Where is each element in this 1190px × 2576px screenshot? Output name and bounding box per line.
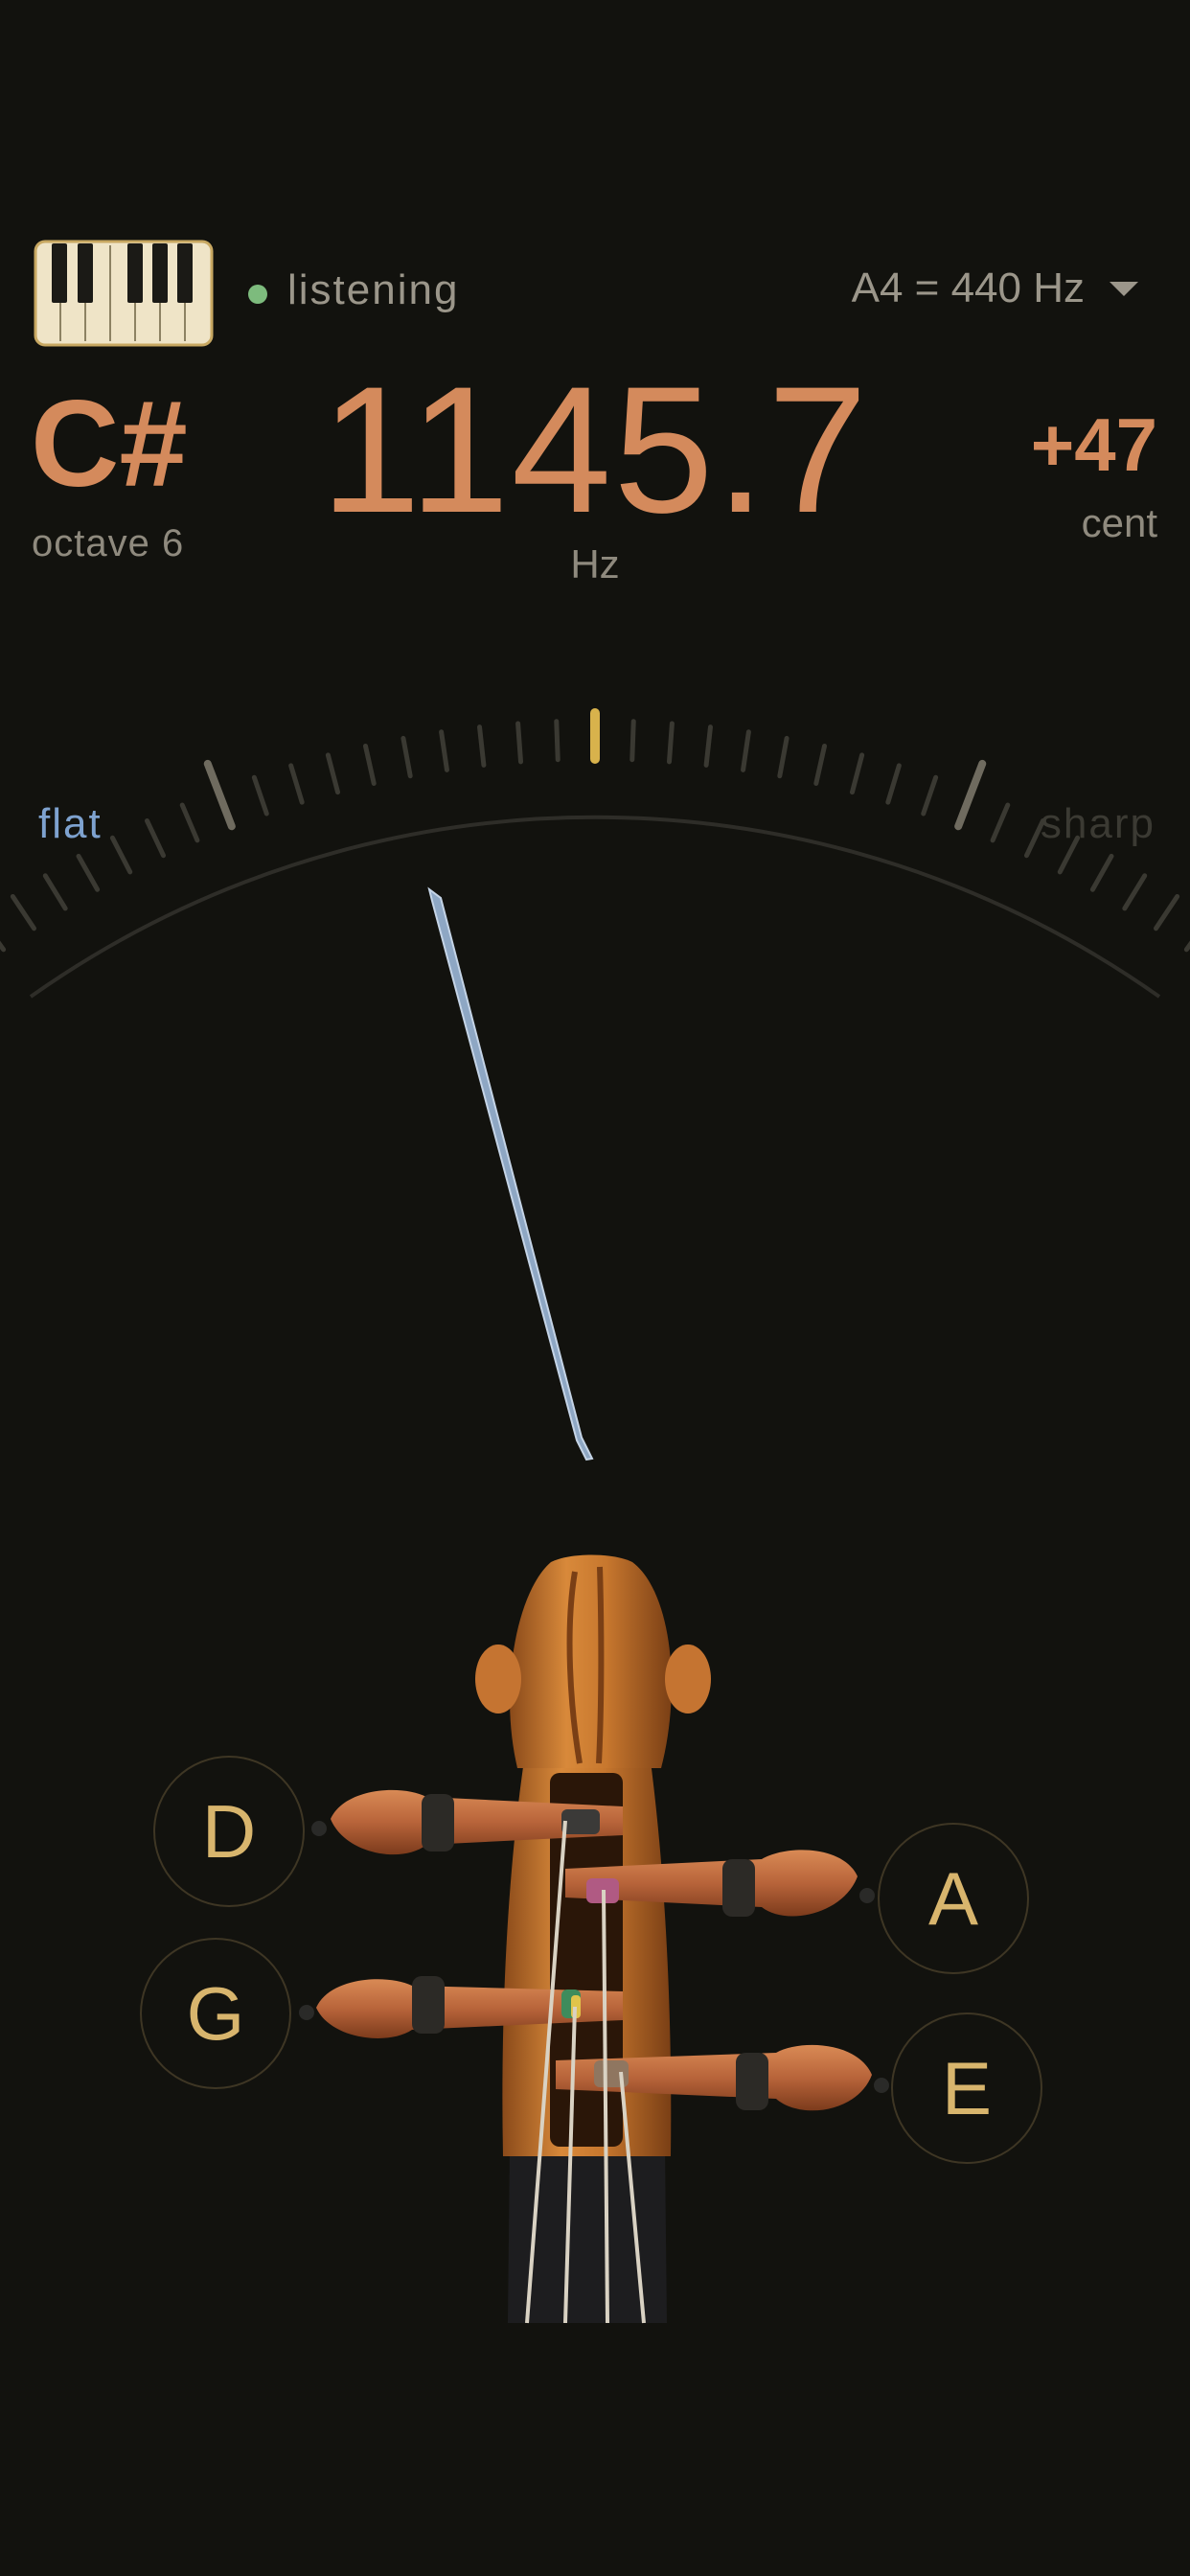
- string-d-button[interactable]: D: [153, 1756, 305, 1907]
- string-a-button[interactable]: A: [878, 1823, 1029, 1974]
- string-g-button[interactable]: G: [140, 1938, 291, 2089]
- violin-scroll-image: [299, 1554, 889, 2324]
- string-e-button[interactable]: E: [891, 2012, 1042, 2164]
